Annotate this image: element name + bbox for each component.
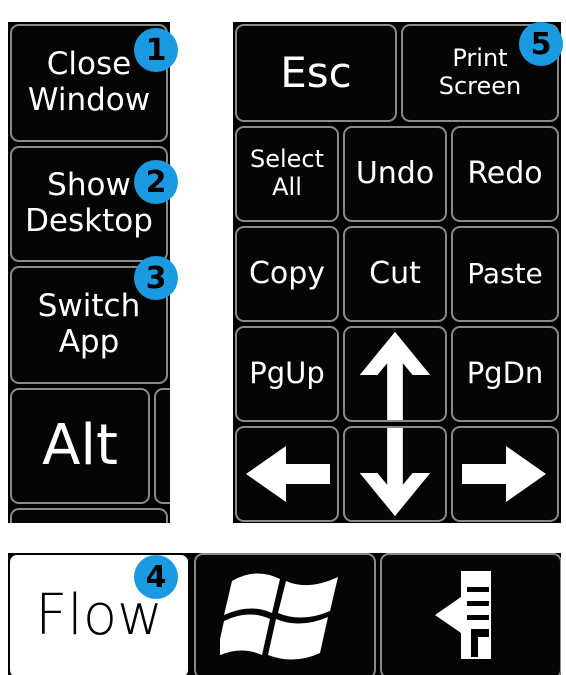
bottom-bar: Flow — [8, 553, 561, 675]
esc-key[interactable]: Esc — [235, 24, 397, 122]
print-screen-label: Print Screen — [438, 44, 522, 100]
alt-key[interactable]: Alt — [10, 388, 150, 504]
undo-label: Undo — [355, 155, 435, 191]
pgdn-label: PgDn — [466, 356, 544, 391]
arrow-down-key[interactable] — [343, 426, 447, 522]
undo-key[interactable]: Undo — [343, 126, 447, 222]
badge-5: 5 — [519, 22, 563, 66]
windows-key[interactable] — [194, 553, 376, 675]
paste-key[interactable]: Paste — [451, 226, 559, 322]
arrow-down-icon — [359, 428, 431, 517]
windows-logo-icon — [220, 573, 338, 660]
badge-4: 4 — [134, 555, 178, 599]
arrow-right-icon — [462, 446, 546, 502]
paste-label: Paste — [467, 256, 543, 290]
pgup-label: PgUp — [249, 356, 325, 391]
pgup-key[interactable]: PgUp — [235, 326, 339, 422]
redo-label: Redo — [467, 155, 543, 191]
redo-key[interactable]: Redo — [451, 126, 559, 222]
badge-3: 3 — [134, 256, 178, 300]
select-all-key[interactable]: Select All — [235, 126, 339, 222]
arrow-left-key[interactable] — [235, 426, 339, 522]
badge-1: 1 — [134, 28, 178, 72]
keyboard-collapse-key[interactable] — [380, 553, 561, 675]
copy-key[interactable]: Copy — [235, 226, 339, 322]
arrow-up-icon — [359, 331, 431, 420]
arrow-right-key[interactable] — [451, 426, 559, 522]
badge-2: 2 — [134, 160, 178, 204]
pgdn-key[interactable]: PgDn — [451, 326, 559, 422]
close-window-label: Close Window — [27, 46, 151, 118]
select-all-label: Select All — [249, 145, 325, 201]
switch-app-label: Switch App — [37, 288, 141, 360]
copy-label: Copy — [248, 255, 326, 291]
partial-key-right[interactable] — [154, 388, 170, 504]
cut-key[interactable]: Cut — [343, 226, 447, 322]
keyboard-collapse-icon — [435, 571, 491, 659]
arrow-up-key[interactable] — [343, 326, 447, 422]
right-key-panel: Esc Print Screen Select All Undo Redo Co… — [233, 22, 561, 523]
alt-label: Alt — [42, 412, 118, 478]
partial-key-bottom[interactable] — [10, 508, 168, 523]
arrow-left-icon — [246, 446, 330, 502]
cut-label: Cut — [369, 255, 421, 291]
esc-label: Esc — [280, 47, 352, 97]
